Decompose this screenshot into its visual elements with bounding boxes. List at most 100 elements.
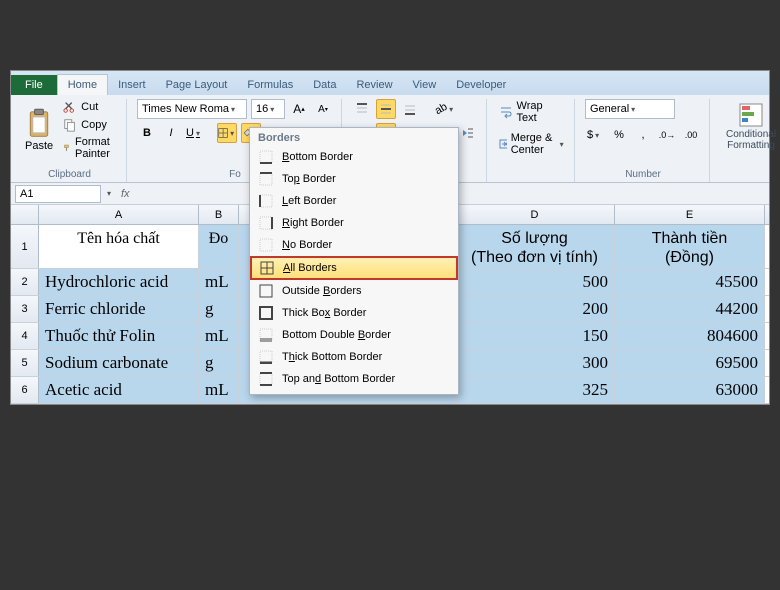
- cell[interactable]: mL: [199, 323, 239, 349]
- italic-button[interactable]: I: [161, 123, 181, 143]
- cell[interactable]: Acetic acid: [39, 377, 199, 403]
- menu-item-label: Right Border: [282, 217, 344, 229]
- increase-decimal-button[interactable]: .0→: [657, 125, 677, 145]
- border-option-top-and-bottom-border[interactable]: Top and Bottom Border: [250, 368, 458, 390]
- border-option-bottom-border[interactable]: Bottom Border: [250, 146, 458, 168]
- border-icon: [258, 371, 274, 387]
- col-header-D[interactable]: D: [455, 205, 615, 224]
- row-header[interactable]: 4: [11, 323, 39, 349]
- border-option-top-border[interactable]: Top Border: [250, 168, 458, 190]
- cell[interactable]: g: [199, 296, 239, 322]
- col-header-B[interactable]: B: [199, 205, 239, 224]
- cell[interactable]: 63000: [615, 377, 765, 403]
- bold-button[interactable]: B: [137, 123, 157, 143]
- cell[interactable]: mL: [199, 377, 239, 403]
- currency-button[interactable]: $▾: [585, 125, 605, 145]
- select-all-corner[interactable]: [11, 205, 39, 224]
- border-option-bottom-double-border[interactable]: Bottom Double Border: [250, 324, 458, 346]
- group-merge: Wrap Text Merge & Center▾: [493, 99, 575, 182]
- decrease-font-button[interactable]: A▾: [313, 99, 333, 119]
- name-box[interactable]: A1: [15, 185, 101, 203]
- tab-file[interactable]: File: [11, 75, 57, 95]
- menu-item-label: Bottom Double Border: [282, 329, 391, 341]
- align-top-button[interactable]: [352, 99, 372, 119]
- merge-center-button[interactable]: Merge & Center▾: [497, 131, 566, 157]
- cell[interactable]: Sodium carbonate: [39, 350, 199, 376]
- border-icon: [259, 260, 275, 276]
- increase-indent-button[interactable]: [458, 123, 478, 143]
- cell-B1[interactable]: Đo: [199, 225, 239, 268]
- group-styles: Conditional Formatting: [716, 99, 780, 182]
- cell[interactable]: Thuốc thử Folin: [39, 323, 199, 349]
- cut-button[interactable]: Cut: [61, 99, 118, 115]
- menu-item-label: Thick Box Border: [282, 307, 366, 319]
- borders-icon: [218, 126, 228, 140]
- font-name-select[interactable]: Times New Roma▾: [137, 99, 247, 119]
- cell[interactable]: mL: [199, 269, 239, 295]
- border-icon: [258, 149, 274, 165]
- conditional-formatting-button[interactable]: Conditional Formatting: [720, 99, 780, 153]
- wrap-text-button[interactable]: Wrap Text: [497, 99, 566, 125]
- chevron-down-icon: ▾: [631, 105, 639, 114]
- cell[interactable]: 45500: [615, 269, 765, 295]
- cell[interactable]: 150: [455, 323, 615, 349]
- decrease-decimal-button[interactable]: .00: [681, 125, 701, 145]
- cell[interactable]: 44200: [615, 296, 765, 322]
- cell[interactable]: 325: [455, 377, 615, 403]
- cell[interactable]: 300: [455, 350, 615, 376]
- group-clipboard: Paste Cut Copy Format Painter: [17, 99, 127, 182]
- tab-page-layout[interactable]: Page Layout: [156, 75, 238, 95]
- number-format-select[interactable]: General▾: [585, 99, 675, 119]
- scissors-icon: [63, 100, 77, 114]
- align-bottom-button[interactable]: [400, 99, 420, 119]
- comma-button[interactable]: ,: [633, 125, 653, 145]
- cell[interactable]: 804600: [615, 323, 765, 349]
- cell-E1[interactable]: Thành tiền(Đồng): [615, 225, 765, 268]
- border-icon: [258, 305, 274, 321]
- chevron-down-icon[interactable]: ▾: [107, 189, 115, 198]
- row-header[interactable]: 5: [11, 350, 39, 376]
- row-header[interactable]: 3: [11, 296, 39, 322]
- border-option-all-borders[interactable]: All Borders: [250, 256, 458, 280]
- row-header[interactable]: 6: [11, 377, 39, 403]
- tab-formulas[interactable]: Formulas: [237, 75, 303, 95]
- tab-developer[interactable]: Developer: [446, 75, 516, 95]
- border-option-left-border[interactable]: Left Border: [250, 190, 458, 212]
- tab-data[interactable]: Data: [303, 75, 346, 95]
- border-option-no-border[interactable]: No Border: [250, 234, 458, 256]
- percent-button[interactable]: %: [609, 125, 629, 145]
- cell[interactable]: g: [199, 350, 239, 376]
- cell[interactable]: 500: [455, 269, 615, 295]
- border-option-outside-borders[interactable]: Outside Borders: [250, 280, 458, 302]
- fx-icon[interactable]: fx: [115, 188, 136, 200]
- row-header-1[interactable]: 1: [11, 225, 39, 268]
- increase-font-button[interactable]: A▴: [289, 99, 309, 119]
- paintbrush-icon: [63, 141, 71, 155]
- row-header[interactable]: 2: [11, 269, 39, 295]
- paste-button[interactable]: Paste: [21, 106, 57, 154]
- cell[interactable]: Hydrochloric acid: [39, 269, 199, 295]
- cell-A1[interactable]: Tên hóa chất: [39, 225, 199, 268]
- border-option-thick-bottom-border[interactable]: Thick Bottom Border: [250, 346, 458, 368]
- border-option-thick-box-border[interactable]: Thick Box Border: [250, 302, 458, 324]
- tab-review[interactable]: Review: [346, 75, 402, 95]
- cell[interactable]: Ferric chloride: [39, 296, 199, 322]
- cell[interactable]: 200: [455, 296, 615, 322]
- align-middle-button[interactable]: [376, 99, 396, 119]
- tab-view[interactable]: View: [403, 75, 447, 95]
- tab-insert[interactable]: Insert: [108, 75, 156, 95]
- group-number-label: Number: [585, 169, 701, 180]
- col-header-E[interactable]: E: [615, 205, 765, 224]
- copy-button[interactable]: Copy: [61, 117, 118, 133]
- orientation-button[interactable]: ab▾: [434, 99, 454, 119]
- border-option-right-border[interactable]: Right Border: [250, 212, 458, 234]
- font-size-select[interactable]: 16▾: [251, 99, 285, 119]
- cell-D1[interactable]: Số lượng(Theo đơn vị tính): [455, 225, 615, 268]
- border-icon: [258, 283, 274, 299]
- cell[interactable]: 69500: [615, 350, 765, 376]
- col-header-A[interactable]: A: [39, 205, 199, 224]
- underline-button[interactable]: U▾: [185, 123, 205, 143]
- tab-home[interactable]: Home: [57, 74, 108, 95]
- format-painter-button[interactable]: Format Painter: [61, 135, 118, 161]
- borders-button[interactable]: ▾: [217, 123, 237, 143]
